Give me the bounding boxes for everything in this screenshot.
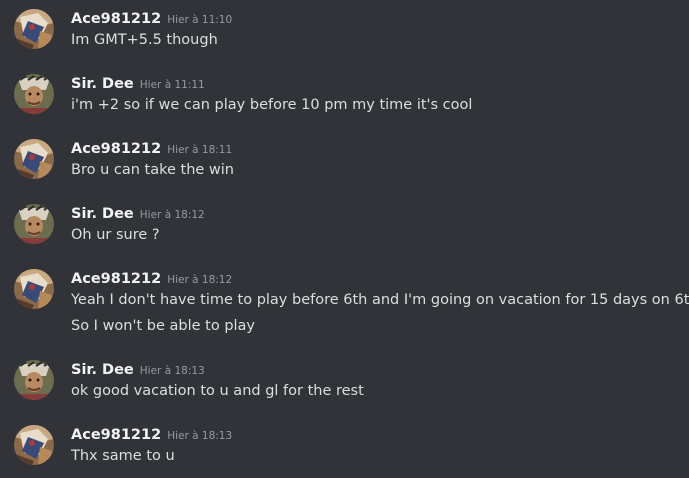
dee-avatar-icon[interactable] (14, 360, 54, 400)
chat-message-list: Ace981212 Hier à 11:10 Im GMT+5.5 though … (0, 0, 689, 478)
message-text: Im GMT+5.5 though (71, 32, 218, 48)
username[interactable]: Sir. Dee (71, 362, 134, 378)
dee-avatar-icon[interactable] (14, 74, 54, 114)
message-text: ok good vacation to u and gl for the res… (71, 383, 364, 399)
username[interactable]: Ace981212 (71, 271, 161, 287)
username[interactable]: Ace981212 (71, 427, 161, 443)
username[interactable]: Sir. Dee (71, 76, 134, 92)
timestamp: Hier à 11:10 (167, 14, 233, 26)
ace-avatar-icon[interactable] (14, 269, 54, 309)
ace-avatar-icon[interactable] (14, 139, 54, 179)
timestamp: Hier à 18:13 (167, 430, 233, 442)
username[interactable]: Sir. Dee (71, 206, 134, 222)
message-text: i'm +2 so if we can play before 10 pm my… (71, 97, 473, 113)
username[interactable]: Ace981212 (71, 141, 161, 157)
dee-avatar-icon[interactable] (14, 204, 54, 244)
message-text: Thx same to u (71, 448, 175, 464)
ace-avatar-icon[interactable] (14, 425, 54, 465)
timestamp: Hier à 18:13 (139, 365, 205, 377)
message-text: Oh ur sure ? (71, 227, 160, 243)
timestamp: Hier à 18:11 (167, 144, 233, 156)
message-text: So I won't be able to play (71, 318, 256, 334)
message-text: Yeah I don't have time to play before 6t… (71, 292, 689, 308)
message-text: Bro u can take the win (71, 162, 234, 178)
ace-avatar-icon[interactable] (14, 9, 54, 49)
timestamp: Hier à 18:12 (139, 209, 205, 221)
username[interactable]: Ace981212 (71, 11, 161, 27)
timestamp: Hier à 18:12 (167, 274, 233, 286)
timestamp: Hier à 11:11 (139, 79, 205, 91)
